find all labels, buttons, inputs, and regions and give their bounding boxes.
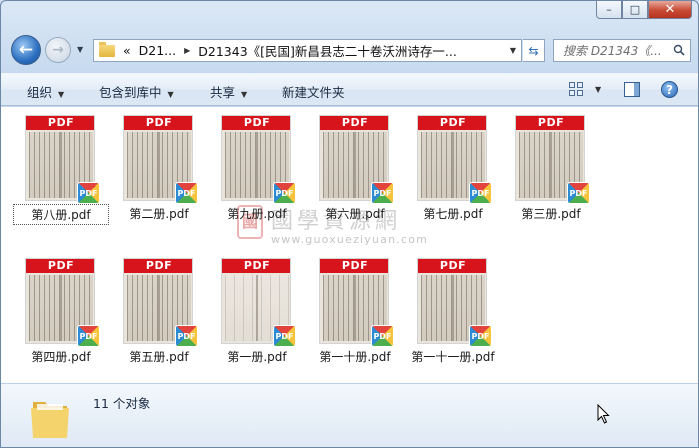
mouse-cursor-icon [597,404,610,424]
navigation-bar: ← → ▼ « D21... ▶ D21343《[民国]新昌县志二十卷沃洲诗存一… [1,35,698,67]
file-item[interactable]: PDF PDF 第七册.pdf [405,112,501,224]
file-name: 第一十一册.pdf [411,350,495,364]
pdf-app-icon: PDF [175,325,198,347]
pdf-app-icon: PDF [175,182,198,204]
command-bar: 组织 ▼ 包含到库中 ▼ 共享 ▼ 新建文件夹 ▼ ? [1,73,698,106]
file-item[interactable]: PDF PDF 第三册.pdf [503,112,599,224]
pdf-app-icon: PDF [273,325,296,347]
file-item[interactable]: PDF PDF 第八册.pdf [13,112,109,225]
breadcrumb-overflow[interactable]: « [123,43,131,58]
file-item[interactable]: PDF PDF 第四册.pdf [13,255,109,367]
breadcrumb-current[interactable]: D21343《[民国]新昌县志二十卷沃洲诗存一... [198,41,457,60]
change-view-icon[interactable] [569,82,583,96]
folder-icon [31,402,69,438]
arrow-right-icon: → [52,42,64,58]
folder-icon [99,41,115,57]
pdf-app-icon: PDF [567,182,590,204]
file-name: 第三册.pdf [521,207,581,221]
refresh-icon: ⇆ [528,43,539,58]
pdf-band: PDF [124,116,192,130]
file-item[interactable]: PDF PDF 第五册.pdf [111,255,207,367]
file-name: 第五册.pdf [129,350,189,364]
caption-buttons: – □ ✕ [596,1,692,19]
chevron-down-icon: ▼ [58,90,65,99]
chevron-down-icon: ▼ [167,90,174,99]
view-options-dropdown[interactable]: ▼ [595,85,601,94]
search-icon[interactable] [673,44,685,56]
details-pane: 11 个对象 [1,383,698,447]
chevron-down-icon: ▼ [241,90,248,99]
pdf-app-icon: PDF [469,182,492,204]
pdf-band: PDF [320,259,388,273]
file-name: 第七册.pdf [423,207,483,221]
pdf-band: PDF [222,116,290,130]
file-item[interactable]: PDF PDF 第一十册.pdf [307,255,403,367]
share-menu[interactable]: 共享 ▼ [210,82,247,101]
item-count: 11 个对象 [93,396,151,411]
pdf-band: PDF [418,116,486,130]
refresh-button[interactable]: ⇆ [523,39,545,62]
back-button[interactable]: ← [11,35,41,65]
organize-menu[interactable]: 组织 ▼ [27,82,64,101]
pdf-app-icon: PDF [371,325,394,347]
preview-pane-icon[interactable] [624,82,640,97]
forward-button[interactable]: → [45,37,71,63]
search-input[interactable] [563,43,673,58]
pdf-app-icon: PDF [469,325,492,347]
pdf-band: PDF [26,259,94,273]
pdf-band: PDF [26,116,94,130]
file-item[interactable]: PDF PDF 第九册.pdf [209,112,305,224]
file-list: 國 國學資源網 www.guoxueziyuan.com PDF PDF 第八册.p… [1,107,698,383]
help-button[interactable]: ? [661,81,678,98]
file-name: 第六册.pdf [325,207,385,221]
arrow-left-icon: ← [18,40,34,60]
pdf-band: PDF [124,259,192,273]
file-item[interactable]: PDF PDF 第一十一册.pdf [405,255,501,367]
file-name: 第四册.pdf [31,350,91,364]
pdf-band: PDF [222,259,290,273]
include-in-library-menu[interactable]: 包含到库中 ▼ [99,82,174,101]
maximize-button[interactable]: □ [622,1,648,19]
address-dropdown[interactable]: ▼ [510,46,516,55]
file-item[interactable]: PDF PDF 第六册.pdf [307,112,403,224]
recent-pages-dropdown[interactable]: ▼ [77,45,83,54]
pdf-app-icon: PDF [273,182,296,204]
file-name: 第一册.pdf [227,350,287,364]
breadcrumb-parent[interactable]: D21... [139,43,176,58]
file-item[interactable]: PDF PDF 第一册.pdf [209,255,305,367]
pdf-app-icon: PDF [371,182,394,204]
pdf-band: PDF [516,116,584,130]
pdf-band: PDF [418,259,486,273]
pdf-band: PDF [320,116,388,130]
file-name: 第九册.pdf [227,207,287,221]
address-bar[interactable]: « D21... ▶ D21343《[民国]新昌县志二十卷沃洲诗存一... ▼ [93,39,522,62]
pdf-app-icon: PDF [77,182,100,204]
file-item[interactable]: PDF PDF 第二册.pdf [111,112,207,224]
new-folder-button[interactable]: 新建文件夹 [282,82,345,101]
chevron-right-icon[interactable]: ▶ [184,46,190,55]
pdf-app-icon: PDF [77,325,100,347]
search-box [553,39,691,62]
minimize-button[interactable]: – [596,1,622,19]
file-name: 第一十册.pdf [319,350,391,364]
close-button[interactable]: ✕ [648,1,692,19]
file-name: 第八册.pdf [13,204,109,225]
explorer-window: – □ ✕ ← → ▼ « D21... ▶ D21343《[民国]新昌县志二十… [0,0,699,448]
watermark-url: www.guoxueziyuan.com [271,233,429,246]
file-name: 第二册.pdf [129,207,189,221]
